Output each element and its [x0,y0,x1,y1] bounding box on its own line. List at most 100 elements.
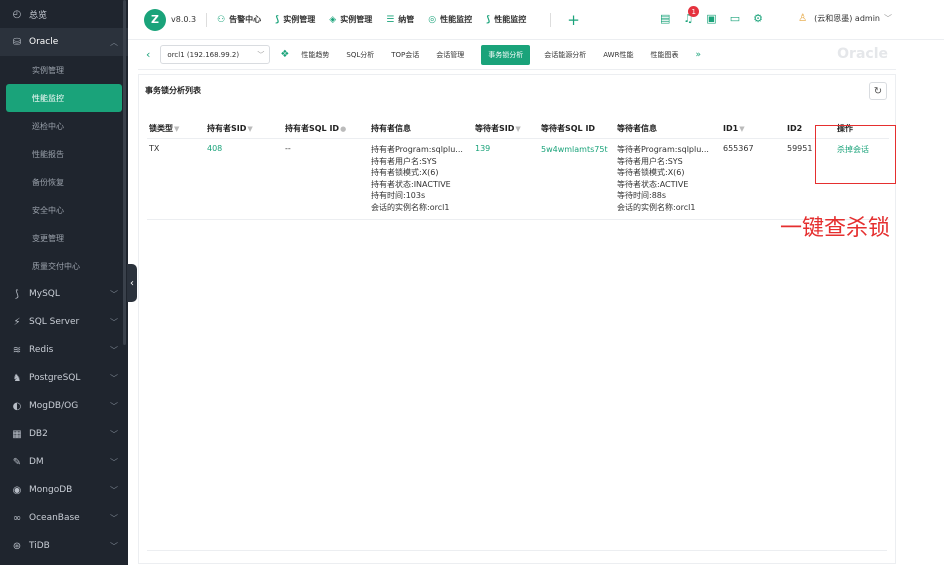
sidebar-scrollbar[interactable] [123,0,126,345]
info-line: 等待者用户名:SYS [617,156,683,166]
col-holder-sql-id[interactable]: 持有者SQL ID● [283,119,369,139]
sidebar-subitem-instance-management[interactable]: 实例管理 [0,56,128,84]
sidebar-item-label: 总览 [29,10,48,21]
sidebar-item-mogdb[interactable]: ◐ MogDB/OG ﹀ [0,392,128,420]
sidebar-item-mysql[interactable]: ⟆ MySQL ﹀ [0,280,128,308]
dm-icon: ✎ [12,456,22,468]
nav-performance-monitor[interactable]: ◎ 性能监控 [428,14,472,25]
redis-icon: ≋ [12,344,22,356]
clipboard-icon[interactable]: ▣ [706,12,716,25]
sidebar-item-label: Oracle [29,37,59,47]
alert-icon: ⚇ [217,14,226,25]
sidebar-item-label: MySQL [29,289,60,299]
user-name: (云和恩墨) admin [814,14,880,23]
sidebar-item-overview[interactable]: ◴ 总览 [0,0,128,28]
nav-instance-management[interactable]: ⟆ 实例管理 [275,14,315,25]
chevron-down-icon: ﹀ [110,345,118,355]
nav-label: 纳管 [398,15,415,24]
gear-icon[interactable]: ⚙ [753,12,763,25]
switch-icon[interactable]: ❖ [280,49,289,60]
more-tabs-icon[interactable]: » [695,50,701,60]
col-id1[interactable]: ID1▼ [721,119,785,139]
add-icon[interactable]: + [567,11,580,29]
chevron-down-icon: ﹀ [257,50,265,59]
info-line: 持有者锁模式:X(6) [371,168,439,178]
sidebar-subitem-performance-monitor[interactable]: 性能监控 [6,84,122,112]
page-tab-bar: ‹ orcl1 (192.168.99.2) ﹀ ❖ 性能趋势 SQL分析 TO… [138,40,896,70]
col-holder-sid[interactable]: 持有者SID▼ [205,119,283,139]
info-line: 持有者Program:sqlplu... [371,145,463,154]
table-header-row: 锁类型▼ 持有者SID▼ 持有者SQL ID● 持有者信息 等待者SID▼ 等待… [147,119,889,139]
nav-alert-center[interactable]: ⚇ 告警中心 [217,14,261,25]
tab-sql-analysis[interactable]: SQL分析 [346,50,374,60]
tab-session-management[interactable]: 会话管理 [436,50,464,60]
sidebar-subitem-quality[interactable]: 质量交付中心 [0,252,128,280]
postgresql-icon: ♞ [12,372,22,384]
waiter-sql-id-link[interactable]: 5w4wmlamts75t [539,138,615,220]
table-row: TX 408 -- 持有者Program:sqlplu... 持有者用户名:SY… [147,138,889,220]
sidebar-item-oracle[interactable]: ⛁ Oracle ︿ [0,28,128,56]
tab-performance-trend[interactable]: 性能趋势 [301,50,329,60]
info-line: 等待时间:88s [617,191,667,201]
mogdb-icon: ◐ [12,400,22,412]
bell-icon[interactable]: ♫ 1 [683,6,700,25]
tab-lock-analysis[interactable]: 事务锁分析 [481,44,531,65]
nav-instance-management-2[interactable]: ◈ 实例管理 [329,14,372,25]
info-line: 等待者状态:ACTIVE [617,179,689,189]
sidebar-item-mongodb[interactable]: ◉ MongoDB ﹀ [0,476,128,504]
shield-icon: ◈ [329,14,337,25]
tab-session-energy[interactable]: 会话能源分析 [544,50,586,60]
holder-sid-link[interactable]: 408 [205,138,283,220]
tab-top-sessions[interactable]: TOP会话 [391,50,419,60]
col-waiter-sid[interactable]: 等待者SID▼ [473,119,539,139]
sidebar-subitem-change[interactable]: 变更管理 [0,224,128,252]
instance-select[interactable]: orcl1 (192.168.99.2) ﹀ [160,45,271,64]
sidebar-subitem-security[interactable]: 安全中心 [0,196,128,224]
sidebar-item-label: MongoDB [29,485,73,495]
divider [206,12,208,27]
mongodb-icon: ◉ [12,484,22,496]
sidebar-item-dm[interactable]: ✎ DM ﹀ [0,448,128,476]
sidebar-item-tidb[interactable]: ⊛ TiDB ﹀ [0,532,128,560]
tab-awr[interactable]: AWR性能 [603,50,633,60]
user-menu[interactable]: ♙ (云和恩墨) admin ﹀ [798,13,892,24]
info-line: 等待者锁模式:X(6) [617,168,685,178]
app-logo: Z [144,8,166,31]
chevron-down-icon: ﹀ [884,14,892,23]
chevron-left-icon: ‹ [130,277,134,289]
sidebar-item-oceanbase[interactable]: ∞ OceanBase ﹀ [0,504,128,532]
refresh-button[interactable]: ↻ [869,82,887,100]
tab-performance-charts[interactable]: 性能图表 [650,50,678,60]
sidebar-subitem-performance-report[interactable]: 性能报告 [0,140,128,168]
monitor-icon: ◎ [428,14,437,25]
sidebar-subitem-inspection[interactable]: 巡检中心 [0,112,128,140]
top-bar: Z v8.0.3 ⚇ 告警中心 ⟆ 实例管理 ◈ 实例管理 ☰ 纳管 ◎ 性能监… [128,0,944,40]
back-icon[interactable]: ‹ [146,48,150,61]
sidebar-item-redis[interactable]: ≋ Redis ﹀ [0,336,128,364]
sidebar-item-db2[interactable]: ▦ DB2 ﹀ [0,420,128,448]
sidebar-subitem-backup[interactable]: 备份恢复 [0,168,128,196]
nav-label: 实例管理 [283,15,316,24]
col-lock-type[interactable]: 锁类型▼ [147,119,205,139]
chevron-down-icon: ﹀ [110,289,118,299]
document-icon[interactable]: ▤ [660,12,670,25]
nav-manage[interactable]: ☰ 纳管 [386,14,414,25]
sidebar-item-postgresql[interactable]: ♞ PostgreSQL ﹀ [0,364,128,392]
screen-icon[interactable]: ▭ [730,12,740,25]
divider [550,12,552,27]
toolbar-icons: ▤ ♫ 1 ▣ ▭ ⚙ [660,6,776,25]
refresh-icon: ↻ [873,85,883,97]
col-holder-info: 持有者信息 [369,119,473,139]
sidebar-collapse-button[interactable]: ‹ [127,264,137,302]
tidb-icon: ⊛ [12,540,22,552]
annotation-text: 一键查杀锁 [780,216,891,241]
waiter-sid-link[interactable]: 139 [473,138,539,220]
nav-performance-monitor-2[interactable]: ⟆ 性能监控 [486,14,526,25]
sort-icon: ▼ [247,125,253,133]
annotation-highlight-box [815,125,896,184]
sqlserver-icon: ⚡ [13,316,21,328]
chevron-down-icon: ﹀ [110,541,118,551]
sidebar-item-sqlserver[interactable]: ⚡ SQL Server ﹀ [0,308,128,336]
database-icon: ⛁ [12,36,22,48]
mysql-icon: ⟆ [15,288,19,300]
